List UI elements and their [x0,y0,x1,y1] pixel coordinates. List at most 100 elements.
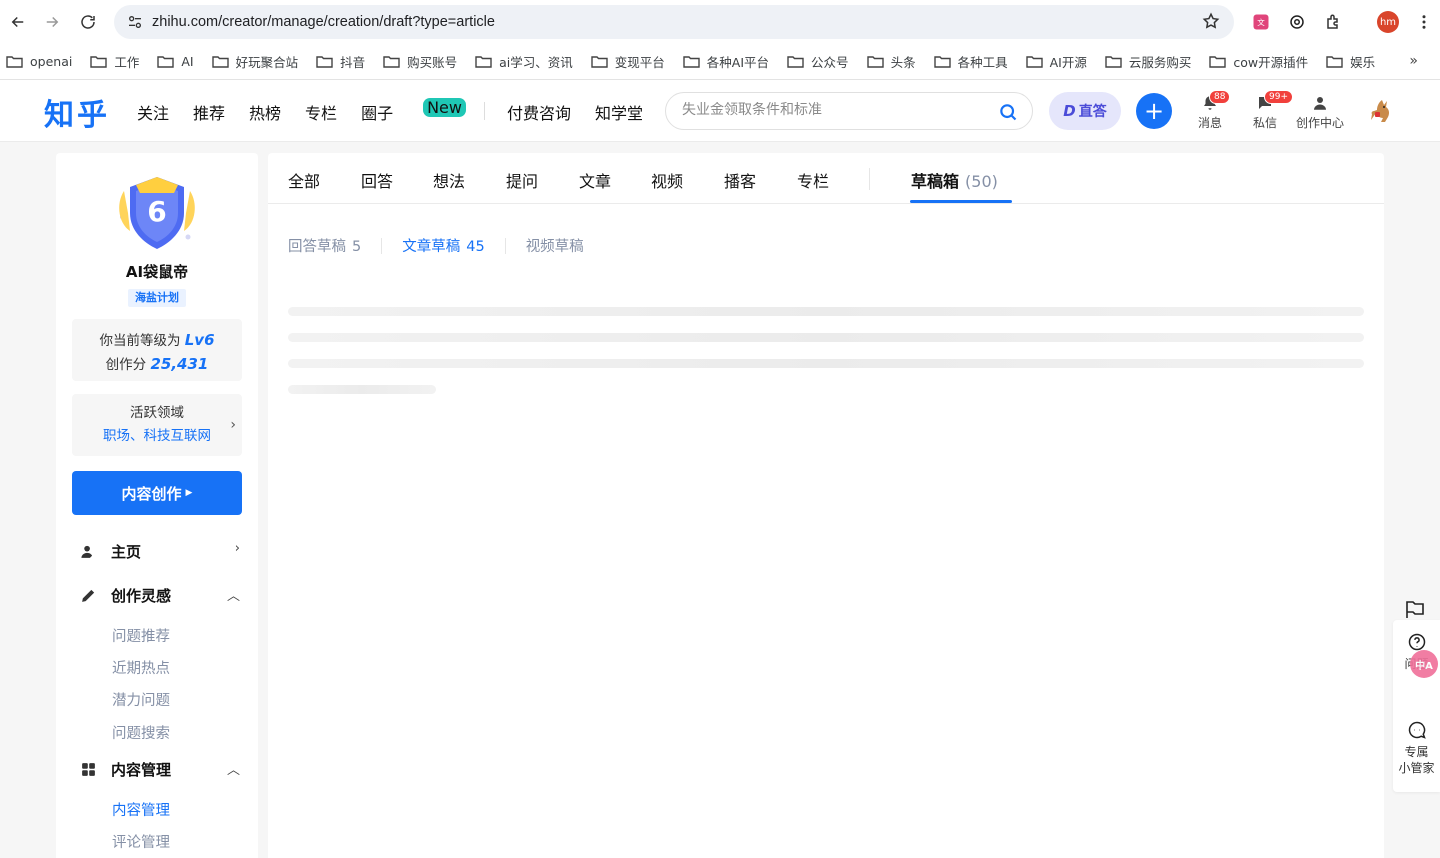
subtab-answer-drafts[interactable]: 回答草稿 5 [288,235,361,256]
reload-button[interactable] [70,4,106,40]
nav-paid-consult[interactable]: 付费咨询 [507,100,571,124]
bookmark-label: 娱乐 [1350,55,1376,70]
zhida-label: 直答 [1078,104,1107,120]
site-settings-icon[interactable] [124,11,146,33]
menu-home[interactable]: 主页 › [80,539,240,563]
bookmark-folder[interactable]: 各种工具 [933,52,1008,71]
bookmark-folder[interactable]: 抖音 [316,52,365,71]
address-bar[interactable]: zhihu.com/creator/manage/creation/draft?… [114,5,1234,39]
tab-answers[interactable]: 回答 [361,168,393,192]
zhihu-header: 知乎 关注 推荐 热榜 专栏 圈子 New 付费咨询 知学堂 D 直答 + 88 … [0,80,1440,142]
bookmark-star-icon[interactable] [1202,12,1220,34]
translate-float-icon[interactable]: 中A [1410,650,1438,678]
bookmark-label: 公众号 [811,55,849,70]
tab-all[interactable]: 全部 [288,168,320,192]
browser-menu-icon[interactable] [1412,10,1436,34]
bookmark-folder[interactable]: AI [157,54,194,69]
menu-content-management-label: 内容管理 [111,760,172,779]
nav-recommend[interactable]: 推荐 [193,100,225,124]
bookmark-folder[interactable]: openai [6,54,72,69]
subtab-article-drafts[interactable]: 文章草稿 45 [402,235,484,256]
bookmark-folder[interactable]: ai学习、资讯 [475,52,573,71]
folder-icon [933,56,951,68]
bookmark-folder[interactable]: 变现平台 [591,52,665,71]
bookmarks-overflow-button[interactable]: » [1409,53,1418,69]
nav-follow[interactable]: 关注 [137,100,169,124]
level-card[interactable]: 你当前等级为 Lv6 创作分 25,431 [72,319,242,381]
content-create-button[interactable]: 内容创作 ▶ [72,471,242,515]
bookmark-folder[interactable]: 各种AI平台 [683,52,769,71]
menu-content-manage-item[interactable]: 内容管理 [112,799,170,820]
search-icon[interactable] [998,102,1018,126]
bookmark-folder[interactable]: AI开源 [1025,52,1087,71]
assistant-label-line1: 专属 [1404,745,1429,759]
plan-tag[interactable]: 海盐计划 [128,289,186,307]
bookmark-label: 好玩聚合站 [235,55,299,70]
content-tabs: 全部 回答 想法 提问 文章 视频 播客 专栏 草稿箱 (50) [268,153,1384,204]
pencil-icon [82,589,95,602]
bookmark-folder[interactable]: 云服务购买 [1105,52,1192,71]
tab-columns[interactable]: 专栏 [797,168,829,192]
profile-avatar[interactable]: hm [1376,10,1400,34]
tab-drafts[interactable]: 草稿箱 (50) [911,168,998,192]
menu-question-search[interactable]: 问题搜索 [112,722,170,743]
subtab-video-drafts[interactable]: 视频草稿 [526,235,584,256]
zhida-button[interactable]: D 直答 [1049,92,1121,130]
translate-extension-icon[interactable]: 文 [1249,10,1273,34]
menu-content-management[interactable]: 内容管理 ︿ [80,757,240,781]
domain-title: 活跃领域 [130,405,184,421]
folder-icon [591,56,608,68]
tab-thoughts[interactable]: 想法 [433,168,465,192]
bookmark-label: 云服务购买 [1128,55,1192,70]
tab-podcasts[interactable]: 播客 [724,168,756,192]
assistant-button[interactable]: 专属 小管家 [1393,720,1440,776]
bookmark-label: 抖音 [340,55,366,70]
creator-sidebar: 6 AI袋鼠帝 海盐计划 你当前等级为 Lv6 创作分 25,431 活跃领域 … [56,153,258,858]
bookmark-folder[interactable]: cow开源插件 [1209,52,1308,71]
user-avatar[interactable] [1362,93,1398,129]
menu-comment-manage[interactable]: 评论管理 [112,831,170,852]
level-value: Lv6 [184,331,215,349]
search-input[interactable] [682,102,982,118]
menu-potential-questions[interactable]: 潜力问题 [112,689,170,710]
bookmark-folder[interactable]: 好玩聚合站 [211,52,299,71]
bookmark-label: cow开源插件 [1233,55,1309,70]
create-plus-button[interactable]: + [1136,93,1172,129]
menu-question-recommend[interactable]: 问题推荐 [112,625,170,646]
tab-videos[interactable]: 视频 [651,168,683,192]
direct-messages-button[interactable]: 99+ 私信 [1253,90,1293,131]
tab-questions[interactable]: 提问 [506,168,538,192]
draft-subtabs: 回答草稿 5 文章草稿 45 视频草稿 [288,235,584,256]
feedback-flag-icon[interactable] [1404,598,1428,620]
nav-hot[interactable]: 热榜 [249,100,281,124]
folder-icon [1025,56,1043,68]
menu-recent-hot[interactable]: 近期热点 [112,657,170,678]
extensions-puzzle-icon[interactable] [1322,10,1346,34]
forward-button[interactable] [34,4,70,40]
back-button[interactable] [0,4,36,40]
loading-skeleton-line [288,307,1364,316]
profile-initials: hm [1377,11,1399,33]
folder-icon [1326,56,1343,68]
zhihu-logo[interactable]: 知乎 [44,90,110,134]
grid-icon [82,762,95,776]
bookmark-folder[interactable]: 工作 [90,52,139,71]
creator-center-button[interactable]: 创作中心 [1296,94,1344,131]
messages-button[interactable]: 88 消息 [1198,90,1231,131]
active-domain-card[interactable]: 活跃领域 职场、科技互联网 › [72,394,242,456]
bookmark-folder[interactable]: 娱乐 [1326,52,1375,71]
bookmark-folder[interactable]: 购买账号 [383,52,457,71]
bookmark-folder[interactable]: 公众号 [787,52,849,71]
menu-inspiration[interactable]: 创作灵感 ︿ [80,583,240,607]
person-icon [81,545,93,558]
nav-circle[interactable]: 圈子 New [361,98,466,124]
subtab-divider [504,237,506,254]
tab-articles[interactable]: 文章 [579,168,611,192]
nav-zhixuetang[interactable]: 知学堂 [595,100,643,124]
user-name[interactable]: AI袋鼠帝 [56,261,258,282]
nav-column[interactable]: 专栏 [305,100,337,124]
loading-skeleton-line [288,333,1364,342]
browser-toolbar: zhihu.com/creator/manage/creation/draft?… [0,0,1440,44]
bookmark-folder[interactable]: 头条 [866,52,916,71]
openai-extension-icon[interactable] [1285,10,1309,34]
